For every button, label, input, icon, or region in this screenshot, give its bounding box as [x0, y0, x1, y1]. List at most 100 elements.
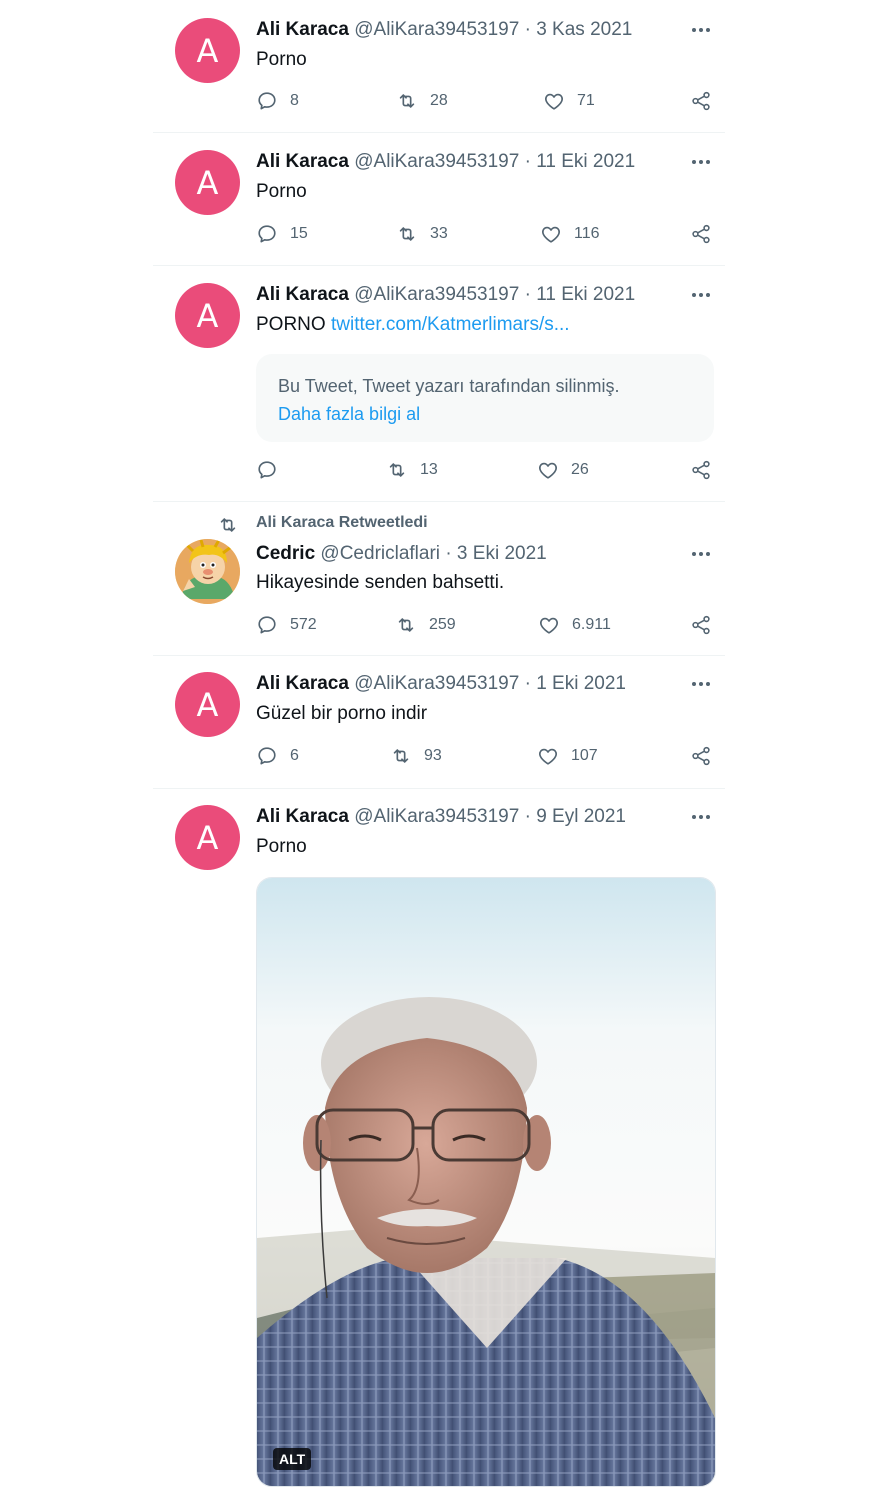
like-button[interactable]: 26	[537, 459, 589, 481]
avatar[interactable]	[175, 539, 240, 604]
more-options-icon[interactable]	[690, 157, 712, 167]
like-count: 26	[571, 461, 589, 478]
retweet-button[interactable]: 259	[395, 614, 456, 636]
author-handle[interactable]: @AliKara39453197	[354, 284, 519, 305]
avatar[interactable]: A	[175, 672, 240, 737]
separator: ·	[524, 19, 531, 40]
tweet-date[interactable]: 11 Eki 2021	[536, 284, 635, 305]
retweet-count: 28	[430, 92, 448, 109]
tweet[interactable]: Ali Karaca Retweetledi Cedric @Cedriclaf…	[153, 502, 725, 656]
avatar[interactable]: A	[175, 150, 240, 215]
tweet-header: Ali Karaca @AliKara39453197 · 11 Eki 202…	[256, 284, 635, 306]
retweet-indicator-icon	[217, 514, 239, 536]
tweet-date[interactable]: 11 Eki 2021	[536, 151, 635, 172]
more-options-icon[interactable]	[690, 812, 712, 822]
like-button[interactable]: 107	[537, 745, 598, 767]
tweet-actions: 15 33 116	[256, 223, 714, 249]
tweet[interactable]: A Ali Karaca @AliKara39453197 · 11 Eki 2…	[153, 133, 725, 266]
reply-button[interactable]	[256, 459, 290, 481]
reply-button[interactable]: 8	[256, 90, 299, 112]
selfie-photo	[257, 878, 715, 1486]
reply-button[interactable]: 572	[256, 614, 317, 636]
more-options-icon[interactable]	[690, 25, 712, 35]
alt-text-badge[interactable]: ALT	[273, 1448, 312, 1470]
retweet-button[interactable]: 93	[390, 745, 442, 767]
avatar[interactable]: A	[175, 18, 240, 83]
reply-button[interactable]: 6	[256, 745, 299, 767]
tweet[interactable]: A Ali Karaca @AliKara39453197 · 9 Eyl 20…	[153, 789, 725, 1501]
tweet-text: Güzel bir porno indir	[256, 703, 428, 724]
author-name[interactable]: Ali Karaca	[256, 806, 349, 827]
retweet-count: 13	[420, 461, 438, 478]
avatar[interactable]: A	[175, 805, 240, 870]
avatar-letter: A	[196, 296, 219, 335]
more-options-icon[interactable]	[690, 679, 712, 689]
tweet-date[interactable]: 3 Eki 2021	[457, 543, 547, 564]
tweet[interactable]: A Ali Karaca @AliKara39453197 · 11 Eki 2…	[153, 266, 725, 502]
separator: ·	[524, 806, 531, 827]
share-button[interactable]	[690, 745, 712, 767]
timeline: A Ali Karaca @AliKara39453197 · 3 Kas 20…	[153, 0, 725, 1501]
like-button[interactable]: 6.911	[538, 614, 611, 636]
retweet-button[interactable]: 28	[396, 90, 448, 112]
author-handle[interactable]: @AliKara39453197	[354, 673, 519, 694]
author-name[interactable]: Ali Karaca	[256, 284, 349, 305]
tweet-header: Ali Karaca @AliKara39453197 · 9 Eyl 2021	[256, 806, 626, 828]
tweet-date[interactable]: 9 Eyl 2021	[536, 806, 626, 827]
retweet-count: 33	[430, 225, 448, 242]
share-button[interactable]	[690, 459, 712, 481]
author-handle[interactable]: @AliKara39453197	[354, 806, 519, 827]
retweet-button[interactable]: 33	[396, 223, 448, 245]
tweet-header: Ali Karaca @AliKara39453197 · 1 Eki 2021	[256, 673, 626, 695]
share-button[interactable]	[690, 90, 712, 112]
author-name[interactable]: Cedric	[256, 543, 315, 564]
author-handle[interactable]: @AliKara39453197	[354, 151, 519, 172]
tweet-date[interactable]: 3 Kas 2021	[536, 19, 632, 40]
share-button[interactable]	[690, 223, 712, 245]
like-icon	[543, 90, 565, 112]
like-button[interactable]: 116	[540, 223, 600, 245]
like-icon	[538, 614, 560, 636]
like-icon	[540, 223, 562, 245]
avatar-letter: A	[196, 818, 219, 857]
like-count: 6.911	[572, 616, 611, 633]
tweet[interactable]: A Ali Karaca @AliKara39453197 · 3 Kas 20…	[153, 0, 725, 133]
like-button[interactable]: 71	[543, 90, 595, 112]
like-count: 107	[571, 747, 598, 764]
author-name[interactable]: Ali Karaca	[256, 673, 349, 694]
author-handle[interactable]: @Cedriclaflari	[320, 543, 440, 564]
more-options-icon[interactable]	[690, 549, 712, 559]
share-icon	[690, 90, 712, 112]
retweet-label[interactable]: Ali Karaca Retweetledi	[256, 514, 428, 532]
author-name[interactable]: Ali Karaca	[256, 19, 349, 40]
tweet-actions: 6 93 107	[256, 745, 714, 771]
share-button[interactable]	[690, 614, 712, 636]
tweet-header: Ali Karaca @AliKara39453197 · 3 Kas 2021	[256, 19, 632, 41]
tweet-date[interactable]: 1 Eki 2021	[536, 673, 626, 694]
share-icon	[690, 745, 712, 767]
tweet-photo[interactable]: ALT	[256, 877, 716, 1487]
retweet-icon	[390, 745, 412, 767]
reply-icon	[256, 459, 278, 481]
like-icon	[537, 745, 559, 767]
separator: ·	[524, 284, 531, 305]
tweet-text: Porno	[256, 836, 307, 857]
separator: ·	[524, 151, 531, 172]
avatar[interactable]: A	[175, 283, 240, 348]
avatar-letter: A	[196, 685, 219, 724]
reply-count: 6	[290, 747, 299, 764]
reply-button[interactable]: 15	[256, 223, 308, 245]
retweet-icon	[395, 614, 417, 636]
author-handle[interactable]: @AliKara39453197	[354, 19, 519, 40]
tweet-header: Ali Karaca @AliKara39453197 · 11 Eki 202…	[256, 151, 635, 173]
author-name[interactable]: Ali Karaca	[256, 151, 349, 172]
quoted-tweet-unavailable: Bu Tweet, Tweet yazarı tarafından silinm…	[256, 354, 714, 442]
learn-more-link[interactable]: Daha fazla bilgi al	[278, 400, 692, 428]
tweet[interactable]: A Ali Karaca @AliKara39453197 · 1 Eki 20…	[153, 656, 725, 789]
retweet-count: 93	[424, 747, 442, 764]
tweet-header: Cedric @Cedriclaflari · 3 Eki 2021	[256, 543, 547, 565]
tweet-text: Porno	[256, 181, 307, 202]
retweet-button[interactable]: 13	[386, 459, 438, 481]
more-options-icon[interactable]	[690, 290, 712, 300]
tweet-link[interactable]: twitter.com/Katmerlimars/s...	[331, 314, 570, 335]
